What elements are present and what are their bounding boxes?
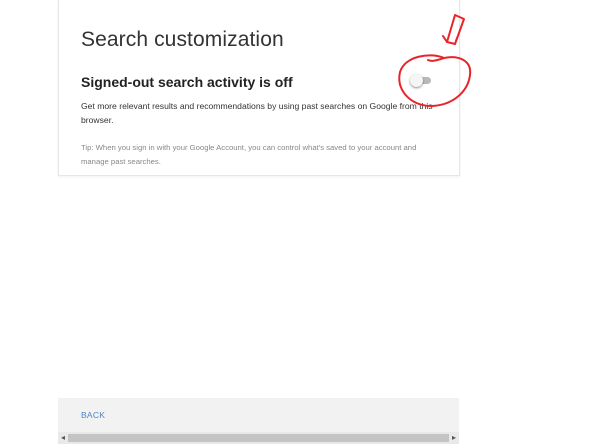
tip-label: Tip:	[81, 143, 94, 152]
toggle-thumb	[410, 74, 423, 87]
scrollbar-thumb[interactable]	[68, 434, 449, 442]
setting-description: Get more relevant results and recommenda…	[81, 101, 433, 125]
scroll-right-icon[interactable]: ▸	[449, 432, 459, 444]
footer-bar: BACK	[58, 398, 459, 432]
tip-text: When you sign in with your Google Accoun…	[81, 143, 417, 166]
horizontal-scrollbar[interactable]: ◂ ▸	[58, 432, 459, 444]
scroll-left-icon[interactable]: ◂	[58, 432, 68, 444]
signed-out-activity-toggle[interactable]	[410, 74, 432, 87]
setting-tip: Tip: When you sign in with your Google A…	[81, 141, 437, 169]
setting-heading: Signed-out search activity is off	[81, 74, 293, 90]
page-title: Search customization	[81, 28, 284, 51]
back-button[interactable]: BACK	[81, 410, 105, 420]
